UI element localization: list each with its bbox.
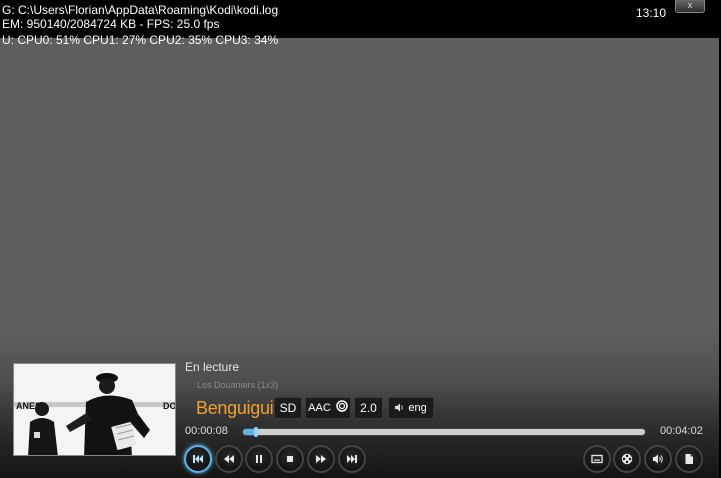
audio-settings-button[interactable]	[644, 445, 672, 473]
video-resolution-badge: SD	[274, 397, 302, 419]
video-settings-button[interactable]	[613, 445, 641, 473]
document-icon	[685, 454, 693, 464]
media-title: Benguigui	[196, 398, 274, 418]
rewind-icon	[224, 455, 234, 463]
stop-icon	[287, 456, 293, 462]
audio-channels-badge: 2.0	[354, 397, 383, 419]
close-button[interactable]: x	[675, 0, 705, 13]
audio-codec-badge: AAC	[305, 397, 351, 419]
debug-memory-fps: EM: 950140/2084724 KB - FPS: 25.0 fps	[2, 17, 220, 31]
skip-next-icon	[347, 455, 357, 463]
film-reel-icon	[621, 453, 633, 465]
audio-codec-icon	[336, 400, 348, 412]
seek-bar[interactable]	[242, 427, 646, 437]
info-button[interactable]	[675, 445, 703, 473]
debug-log-path: G: C:\Users\Florian\AppData\Roaming\Kodi…	[2, 3, 279, 17]
pause-button[interactable]	[245, 445, 273, 473]
seek-bar-handle[interactable]	[254, 427, 258, 437]
audio-language-label: eng	[408, 402, 427, 414]
subtitles-button[interactable]	[583, 445, 611, 473]
clock: 13:10	[636, 6, 667, 20]
previous-button[interactable]	[184, 445, 212, 473]
subtitles-icon	[591, 454, 603, 464]
thumbnail-image: ANES DO	[14, 364, 176, 455]
episode-label: Les Douaniers (1x3)	[197, 380, 279, 390]
debug-cpu-usage: U: CPU0: 51% CPU1: 27% CPU2: 35% CPU3: 3…	[2, 33, 279, 47]
speaker-icon	[395, 403, 403, 412]
pause-icon	[256, 455, 262, 463]
elapsed-time: 00:00:08	[185, 425, 228, 437]
volume-icon	[653, 454, 663, 464]
audio-language-badge: eng	[388, 397, 434, 419]
now-playing-thumbnail: ANES DO	[13, 363, 176, 456]
audio-codec-label: AAC	[308, 402, 331, 414]
total-time: 00:04:02	[660, 425, 703, 437]
fast-forward-icon	[316, 455, 326, 463]
thumbnail-sign-right: DO	[163, 401, 176, 411]
stop-button[interactable]	[276, 445, 304, 473]
skip-previous-icon	[193, 455, 203, 463]
next-button[interactable]	[338, 445, 366, 473]
now-playing-label: En lecture	[185, 360, 240, 374]
fast-forward-button[interactable]	[307, 445, 335, 473]
rewind-button[interactable]	[215, 445, 243, 473]
